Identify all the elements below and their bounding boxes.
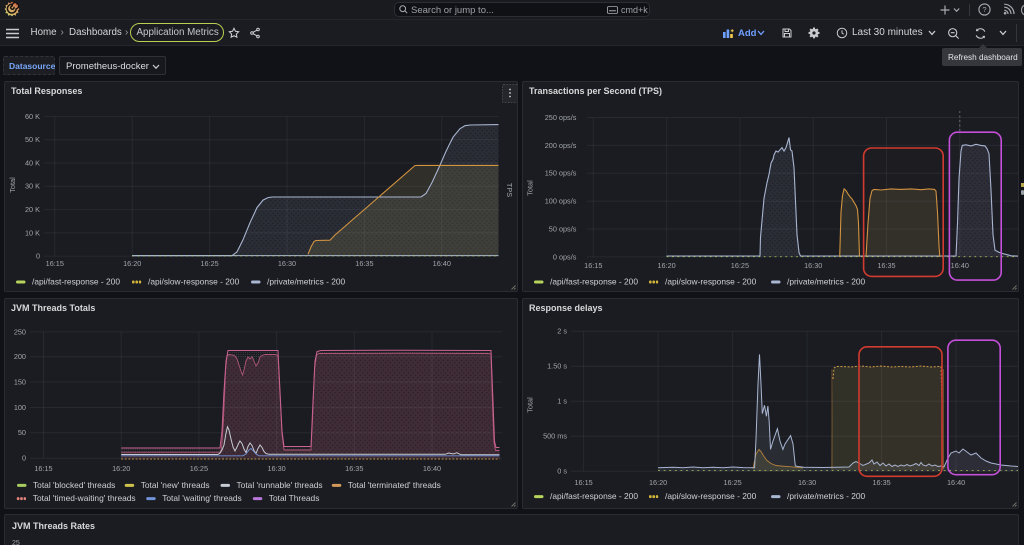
- svg-text:Total 'timed-waiting' threads: Total 'timed-waiting' threads: [33, 493, 136, 503]
- svg-text:50 K: 50 K: [25, 135, 40, 144]
- svg-text:500 ms: 500 ms: [543, 431, 567, 440]
- svg-text:16:20: 16:20: [649, 477, 667, 486]
- svg-text:?: ?: [982, 5, 986, 14]
- svg-text:16:35: 16:35: [355, 258, 373, 267]
- svg-text:Total 'terminated' threads: Total 'terminated' threads: [348, 480, 441, 490]
- svg-text:16:20: 16:20: [112, 463, 130, 472]
- svg-text:Total Threads: Total Threads: [269, 493, 320, 503]
- svg-text:250 ops/s: 250 ops/s: [545, 112, 577, 121]
- svg-text:50 ops/s: 50 ops/s: [549, 224, 577, 233]
- svg-text:Total 'runnable' threads: Total 'runnable' threads: [237, 480, 323, 490]
- svg-text:0 s: 0 s: [557, 466, 567, 475]
- svg-text:/private/metrics - 200: /private/metrics - 200: [787, 276, 866, 286]
- svg-text:/api/slow-response - 200: /api/slow-response - 200: [665, 276, 757, 286]
- svg-text:16:20: 16:20: [657, 260, 675, 269]
- svg-text:16:25: 16:25: [731, 260, 749, 269]
- svg-text:16:15: 16:15: [574, 477, 592, 486]
- svg-text:/api/slow-response - 200: /api/slow-response - 200: [148, 276, 240, 286]
- svg-text:16:30: 16:30: [267, 463, 285, 472]
- svg-text:/private/metrics - 200: /private/metrics - 200: [267, 276, 346, 286]
- svg-text:16:25: 16:25: [190, 463, 208, 472]
- svg-text:20 K: 20 K: [25, 205, 40, 214]
- svg-text:16:35: 16:35: [872, 477, 890, 486]
- svg-text:/api/fast-response - 200: /api/fast-response - 200: [550, 276, 638, 286]
- svg-text:16:25: 16:25: [723, 477, 741, 486]
- svg-text:Total: Total: [8, 176, 17, 192]
- svg-text:16:30: 16:30: [804, 260, 822, 269]
- svg-text:Total 'new' threads: Total 'new' threads: [141, 480, 210, 490]
- svg-text:16:40: 16:40: [433, 258, 451, 267]
- svg-text:16:20: 16:20: [123, 258, 141, 267]
- svg-text:/private/metrics - 200: /private/metrics - 200: [787, 491, 866, 501]
- svg-text:Total: Total: [526, 396, 535, 412]
- svg-text:16:40: 16:40: [947, 477, 965, 486]
- svg-text:16:30: 16:30: [798, 477, 816, 486]
- svg-text:100 ops/s: 100 ops/s: [545, 196, 577, 205]
- svg-text:2 s: 2 s: [557, 326, 567, 335]
- svg-text:150 ops/s: 150 ops/s: [545, 168, 577, 177]
- svg-text:0: 0: [22, 453, 26, 462]
- svg-text:/api/slow-response - 200: /api/slow-response - 200: [665, 491, 757, 501]
- svg-text:150: 150: [14, 377, 26, 386]
- svg-text:16:15: 16:15: [46, 258, 64, 267]
- svg-text:250: 250: [14, 327, 26, 336]
- svg-text:/api/fast-response - 200: /api/fast-response - 200: [32, 276, 120, 286]
- svg-text:Total 'waiting' threads: Total 'waiting' threads: [162, 493, 242, 503]
- svg-text:16:15: 16:15: [584, 260, 602, 269]
- svg-text:16:15: 16:15: [34, 463, 52, 472]
- svg-text:16:35: 16:35: [345, 463, 363, 472]
- svg-text:16:40: 16:40: [423, 463, 441, 472]
- svg-text:1 s: 1 s: [557, 396, 567, 405]
- svg-text:16:25: 16:25: [200, 258, 218, 267]
- svg-text:50: 50: [18, 428, 26, 437]
- svg-text:200: 200: [14, 352, 26, 361]
- svg-text:100: 100: [14, 402, 26, 411]
- svg-text:0 ops/s: 0 ops/s: [553, 252, 577, 261]
- svg-text:60 K: 60 K: [25, 111, 40, 120]
- svg-text:1.50 s: 1.50 s: [547, 361, 567, 370]
- svg-text:0: 0: [36, 251, 40, 260]
- svg-text:Total 'blocked' threads: Total 'blocked' threads: [33, 480, 115, 490]
- svg-text:/api/fast-response - 200: /api/fast-response - 200: [550, 491, 638, 501]
- svg-text:TPS: TPS: [505, 182, 514, 196]
- svg-text:40 K: 40 K: [25, 158, 40, 167]
- svg-text:200 ops/s: 200 ops/s: [545, 140, 577, 149]
- svg-text:Total: Total: [526, 179, 535, 195]
- svg-text:10 K: 10 K: [25, 228, 40, 237]
- svg-text:30 K: 30 K: [25, 181, 40, 190]
- svg-text:16:30: 16:30: [278, 258, 296, 267]
